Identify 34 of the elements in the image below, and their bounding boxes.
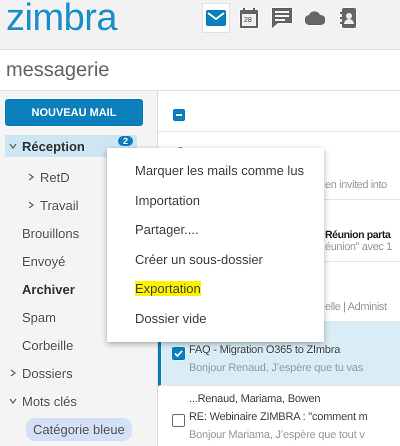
folder-item[interactable]: Corbeille xyxy=(5,331,137,359)
menu-item[interactable]: Exportation xyxy=(135,281,201,296)
checkbox-icon[interactable] xyxy=(172,347,184,360)
calendar-icon[interactable] xyxy=(240,8,258,28)
message-subject: FAQ - Migration O365 to ZImbra xyxy=(189,343,342,358)
message-subject: RE: Webinaire ZIMBRA : "comment m xyxy=(189,410,369,425)
mail-icon[interactable] xyxy=(206,10,226,26)
message-subject: Réunion parta xyxy=(325,229,392,241)
checkbox-icon[interactable] xyxy=(173,109,185,121)
contacts-icon[interactable] xyxy=(340,8,356,28)
message-preview: elle | Administ xyxy=(325,301,388,313)
message-row[interactable]: ...Renaud, Mariama, Bowen RE: Webinaire ZIMBRA : "comment m Bonjour Mariama, J’espère que tout v xyxy=(158,386,400,446)
folder-item[interactable]: Dossiers xyxy=(5,359,137,387)
new-mail-button[interactable]: NOUVEAU MAIL xyxy=(5,99,143,126)
message-sender: ...Renaud, Mariama, Bowen xyxy=(189,392,322,407)
logo: zimbra xyxy=(5,0,118,36)
tag-chip[interactable]: Catégorie bleue xyxy=(26,418,132,441)
message-preview: Bonjour Renaud, J’espère que tu vas xyxy=(189,361,364,376)
section-title: messagerie xyxy=(5,58,110,82)
message-preview: éunion" avec 1 xyxy=(325,241,393,253)
menu-item[interactable]: Importation xyxy=(135,192,200,208)
menu-item[interactable]: Marquer les mails comme lus xyxy=(135,163,304,178)
menu-item[interactable]: Créer un sous-dossier xyxy=(135,252,263,267)
unread-badge: 2 xyxy=(118,136,133,146)
menu-item[interactable]: Partager.... xyxy=(135,222,199,238)
chat-icon[interactable] xyxy=(272,8,292,28)
folder-item[interactable]: RetD xyxy=(5,163,137,191)
folder-item[interactable]: Travail xyxy=(5,191,137,219)
folder-item[interactable]: Mots clés xyxy=(5,387,137,415)
checkbox-icon[interactable] xyxy=(172,414,184,427)
message-preview: en invited into xyxy=(325,179,388,191)
cloud-icon[interactable] xyxy=(305,10,325,24)
message-preview: Bonjour Mariama, J’espère que tout v xyxy=(189,428,366,443)
folder-item[interactable]: Réception 2 xyxy=(5,135,137,157)
